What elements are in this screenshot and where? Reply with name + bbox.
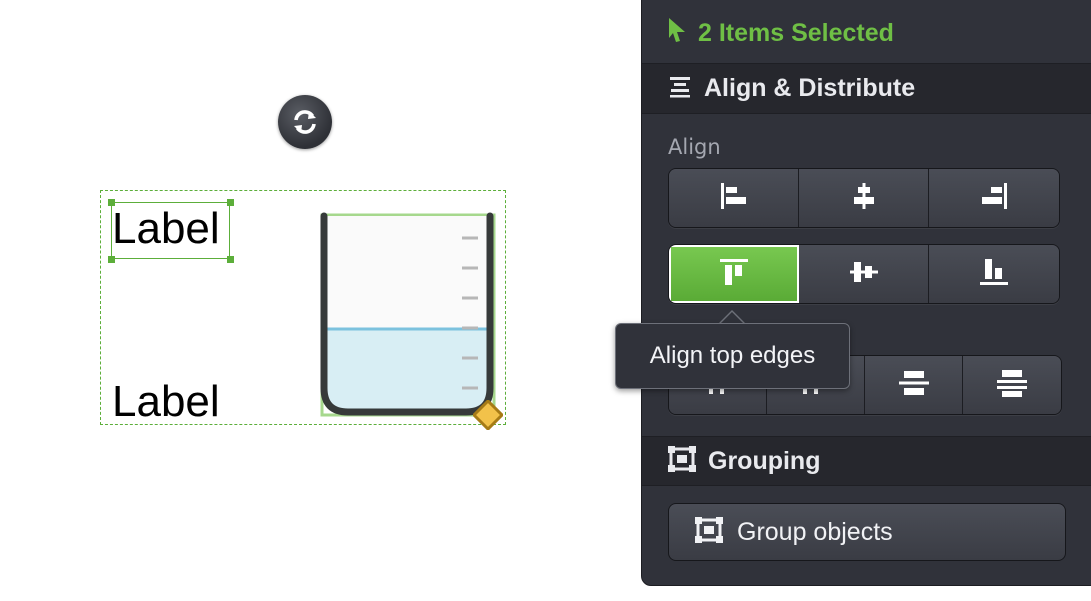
- resize-handle[interactable]: [227, 199, 234, 206]
- group-objects-button[interactable]: Group objects: [668, 503, 1066, 561]
- cursor-arrow-icon: [668, 17, 686, 47]
- align-right-edges-button[interactable]: [929, 169, 1059, 227]
- align-bottom-edges-button[interactable]: [929, 245, 1059, 303]
- tooltip: Align top edges: [615, 323, 850, 389]
- resize-handle[interactable]: [108, 256, 115, 263]
- group-objects-label: Group objects: [737, 517, 893, 546]
- align-horizontal-center-icon: [849, 182, 879, 214]
- align-center-icon: [668, 76, 692, 102]
- align-left-icon: [719, 182, 749, 214]
- group-icon: [668, 446, 696, 476]
- align-horizontal-row: [668, 168, 1060, 228]
- grouping-header[interactable]: Grouping: [642, 436, 1091, 486]
- align-top-icon: [719, 257, 749, 291]
- align-label: Align: [668, 135, 721, 159]
- align-distribute-header[interactable]: Align & Distribute: [642, 64, 1091, 114]
- align-right-icon: [979, 182, 1009, 214]
- diamond-resize-handle[interactable]: [471, 398, 505, 432]
- text-label[interactable]: Label: [112, 207, 220, 251]
- align-vertical-row: [668, 244, 1060, 304]
- distribute-vertical-icon: [996, 368, 1028, 402]
- text-label[interactable]: Label: [112, 380, 220, 424]
- align-vertical-center-icon: [849, 258, 879, 290]
- align-vertical-center-button[interactable]: [799, 245, 929, 303]
- beaker-shape[interactable]: [318, 208, 503, 424]
- align-bottom-icon: [979, 257, 1009, 291]
- selection-count-title: 2 Items Selected: [698, 18, 894, 47]
- distribute-button-3[interactable]: [865, 356, 963, 414]
- drawing-canvas[interactable]: Label Label: [0, 0, 640, 601]
- section-title: Align & Distribute: [704, 74, 916, 102]
- align-center-horizontal-button[interactable]: [799, 169, 929, 227]
- tooltip-text: Align top edges: [649, 342, 816, 369]
- panel-header: 2 Items Selected: [642, 0, 1091, 64]
- resize-handle[interactable]: [227, 256, 234, 263]
- properties-panel: 2 Items Selected Align & Distribute Alig…: [641, 0, 1091, 586]
- align-top-edges-button[interactable]: [669, 245, 799, 303]
- distribute-button-4[interactable]: [963, 356, 1061, 414]
- group-icon: [695, 517, 723, 547]
- rotate-icon[interactable]: [278, 95, 332, 149]
- distribute-vertical-center-icon: [898, 368, 930, 402]
- align-left-edges-button[interactable]: [669, 169, 799, 227]
- section-title: Grouping: [708, 446, 821, 475]
